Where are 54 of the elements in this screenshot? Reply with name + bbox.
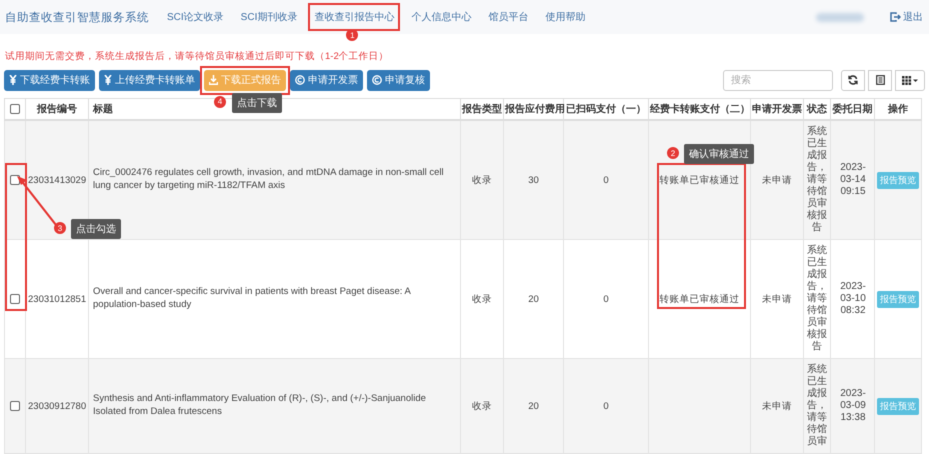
transfer-status: 转账单已审核通过 xyxy=(660,174,740,186)
blurred-username xyxy=(816,12,864,22)
nav-link[interactable]: 查收查引报告中心 xyxy=(314,10,394,24)
commission-date: 2023-03-09 13:38 xyxy=(839,388,867,424)
invoice-status: 未申请 xyxy=(750,358,804,454)
toolbar-button[interactable]: 上传经费卡转账单 xyxy=(99,70,200,90)
row-checkbox[interactable] xyxy=(10,174,20,185)
report-status: 系统已生成报告，请等待馆员审 xyxy=(806,364,828,448)
notice-text: 试用期间无需交费，系统生成报告后，请等待馆员审核通过后即可下载（1-2个工作日） xyxy=(5,51,389,62)
step-badge: 1 xyxy=(346,29,358,41)
app-title: 自助查收查引智慧服务系统 xyxy=(5,10,149,24)
toggle-view-button[interactable] xyxy=(868,70,892,90)
report-type: 收录 xyxy=(460,358,504,454)
grid-icon xyxy=(902,76,918,84)
report-status: 系统已生成报告，请等待馆员审核报告 xyxy=(806,126,828,234)
transfer-status: 转账单已审核通过 xyxy=(660,294,740,304)
circle-icon xyxy=(295,75,305,85)
search-field[interactable]: 搜索 xyxy=(723,70,833,90)
toolbar-button[interactable]: 申请开发票 xyxy=(290,70,363,90)
report-type: 收录 xyxy=(460,120,504,240)
nav-link[interactable]: 个人信息中心 xyxy=(411,10,472,24)
scanned-payment: 0 xyxy=(564,120,648,240)
step-badge: 4 xyxy=(214,96,226,108)
row-checkbox[interactable] xyxy=(10,400,20,411)
report-title: Synthesis and Anti-inflammatory Evaluation of (R)-, (S)-, and (+/-)-Sanjuanolide Isolated from Dalea frutescens xyxy=(88,358,460,454)
commission-date: 2023-03-14 09:15 xyxy=(839,162,867,198)
logout-icon xyxy=(890,12,901,22)
scanned-payment: 0 xyxy=(564,358,648,454)
circle-icon xyxy=(372,75,382,85)
yen-icon xyxy=(104,75,112,85)
nav-link[interactable]: 使用帮助 xyxy=(545,10,586,24)
refresh-button[interactable] xyxy=(841,70,865,90)
list-icon xyxy=(876,75,884,85)
fee-cell: 30 xyxy=(504,120,564,240)
toolbar-button[interactable]: 下载经费卡转账 xyxy=(4,70,95,90)
select-all-checkbox[interactable] xyxy=(10,104,20,114)
tooltip: 确认审核通过 xyxy=(684,144,754,164)
row-checkbox[interactable] xyxy=(10,294,20,304)
logout-link[interactable]: 退出 xyxy=(890,10,923,24)
fee-cell: 20 xyxy=(504,358,564,454)
tooltip: 点击下载 xyxy=(232,92,282,112)
nav-link[interactable]: 馆员平台 xyxy=(488,10,528,24)
tooltip: 点击勾选 xyxy=(71,219,121,239)
toolbar-button[interactable]: 申请复核 xyxy=(367,70,430,90)
invoice-status: 未申请 xyxy=(750,120,804,240)
report-status: 系统已生成报告，请等待馆员审核报告 xyxy=(806,245,828,353)
columns-button[interactable] xyxy=(895,70,925,90)
download-icon xyxy=(209,75,218,85)
commission-date: 2023-03-10 08:32 xyxy=(839,281,867,317)
yen-icon xyxy=(9,75,17,85)
nav-link[interactable]: SCI期刊收录 xyxy=(240,10,298,24)
report-id: 23030912780 xyxy=(26,358,88,454)
nav-link[interactable]: SCI论文收录 xyxy=(167,10,224,24)
refresh-icon xyxy=(848,75,858,85)
